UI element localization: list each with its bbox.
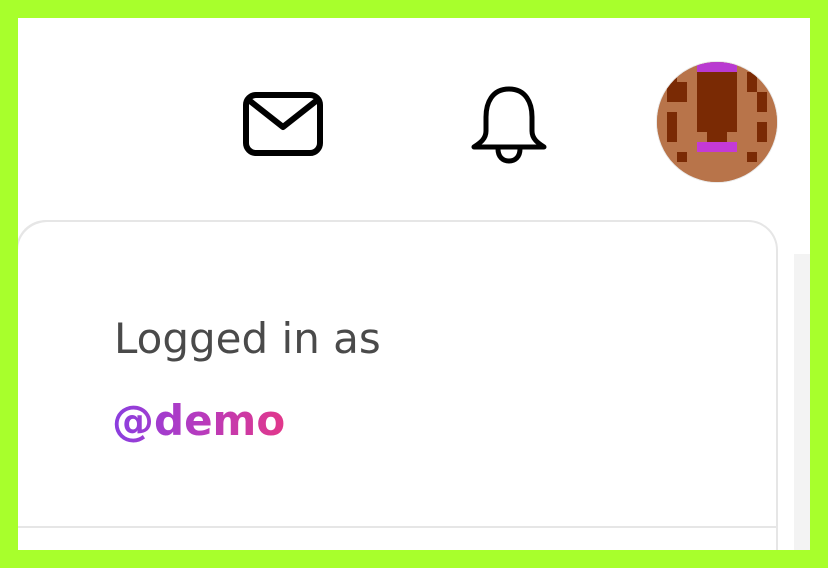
header-toolbar	[18, 18, 810, 218]
username-link[interactable]: @demo	[112, 396, 285, 445]
menu-divider	[18, 526, 778, 528]
page-background	[794, 254, 810, 550]
logged-in-label: Logged in as	[114, 314, 381, 363]
app-viewport: Logged in as @demo	[18, 18, 810, 550]
dropdown-corner	[18, 220, 56, 260]
user-avatar[interactable]	[657, 62, 777, 182]
notifications-button[interactable]	[466, 82, 552, 168]
avatar-image	[657, 62, 777, 182]
mail-icon	[243, 92, 323, 156]
bell-icon	[471, 86, 547, 164]
messages-button[interactable]	[240, 86, 326, 162]
user-menu-dropdown	[18, 220, 778, 550]
